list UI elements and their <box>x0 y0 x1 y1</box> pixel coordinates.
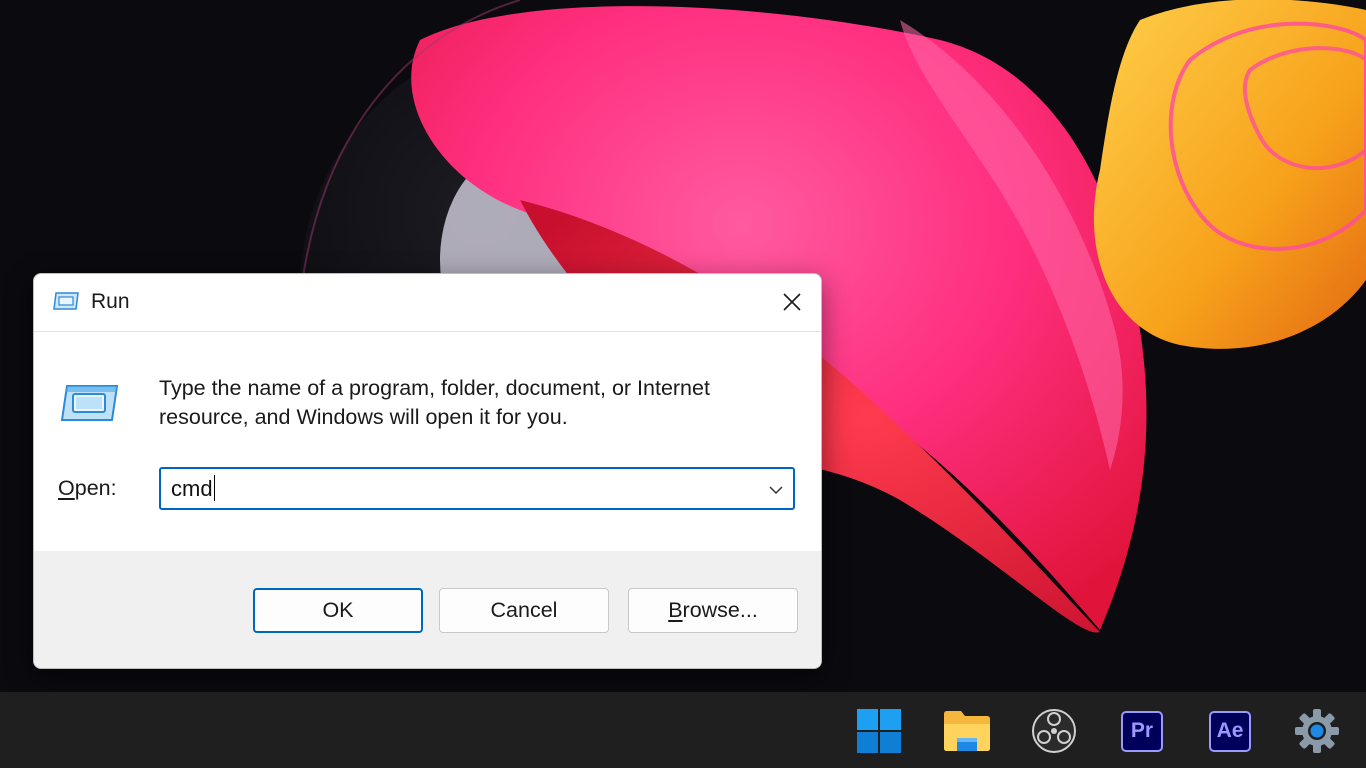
dialog-description: Type the name of a program, folder, docu… <box>159 376 710 429</box>
open-input-value: cmd <box>171 476 213 501</box>
chevron-down-icon[interactable] <box>765 479 787 501</box>
after-effects-icon: Ae <box>1209 710 1251 752</box>
run-icon <box>53 292 79 310</box>
browse-label-text: rowse... <box>682 598 758 622</box>
run-program-icon <box>60 385 119 421</box>
taskbar: Pr Ae <box>0 692 1366 768</box>
folder-icon <box>944 711 990 751</box>
file-explorer-button[interactable] <box>942 706 992 756</box>
browse-mnemonic: B <box>668 598 683 622</box>
open-input[interactable]: cmd <box>171 475 216 503</box>
gear-icon <box>1295 709 1339 753</box>
obs-studio-button[interactable] <box>1029 706 1079 756</box>
start-button[interactable] <box>854 706 904 756</box>
cancel-button[interactable]: Cancel <box>439 588 609 633</box>
run-dialog: Run Type the name of a program, folder, … <box>33 273 822 669</box>
browse-button[interactable]: Browse... <box>628 588 798 633</box>
open-label-mnemonic: O <box>58 476 75 500</box>
open-label: Open: <box>58 476 117 501</box>
close-button[interactable] <box>763 274 821 330</box>
open-label-text: pen: <box>74 476 117 500</box>
settings-button[interactable] <box>1292 706 1342 756</box>
text-caret <box>213 475 216 501</box>
button-panel: OK Cancel Browse... <box>34 551 821 668</box>
premiere-pro-icon: Pr <box>1121 710 1163 752</box>
windows-logo-icon <box>857 709 901 753</box>
title-bar[interactable]: Run <box>34 274 821 332</box>
dialog-title: Run <box>91 290 130 313</box>
open-combobox[interactable]: cmd <box>159 467 795 510</box>
ok-button[interactable]: OK <box>253 588 423 633</box>
obs-icon <box>1032 709 1076 753</box>
close-icon <box>783 293 801 311</box>
after-effects-button[interactable]: Ae <box>1205 706 1255 756</box>
premiere-pro-button[interactable]: Pr <box>1117 706 1167 756</box>
